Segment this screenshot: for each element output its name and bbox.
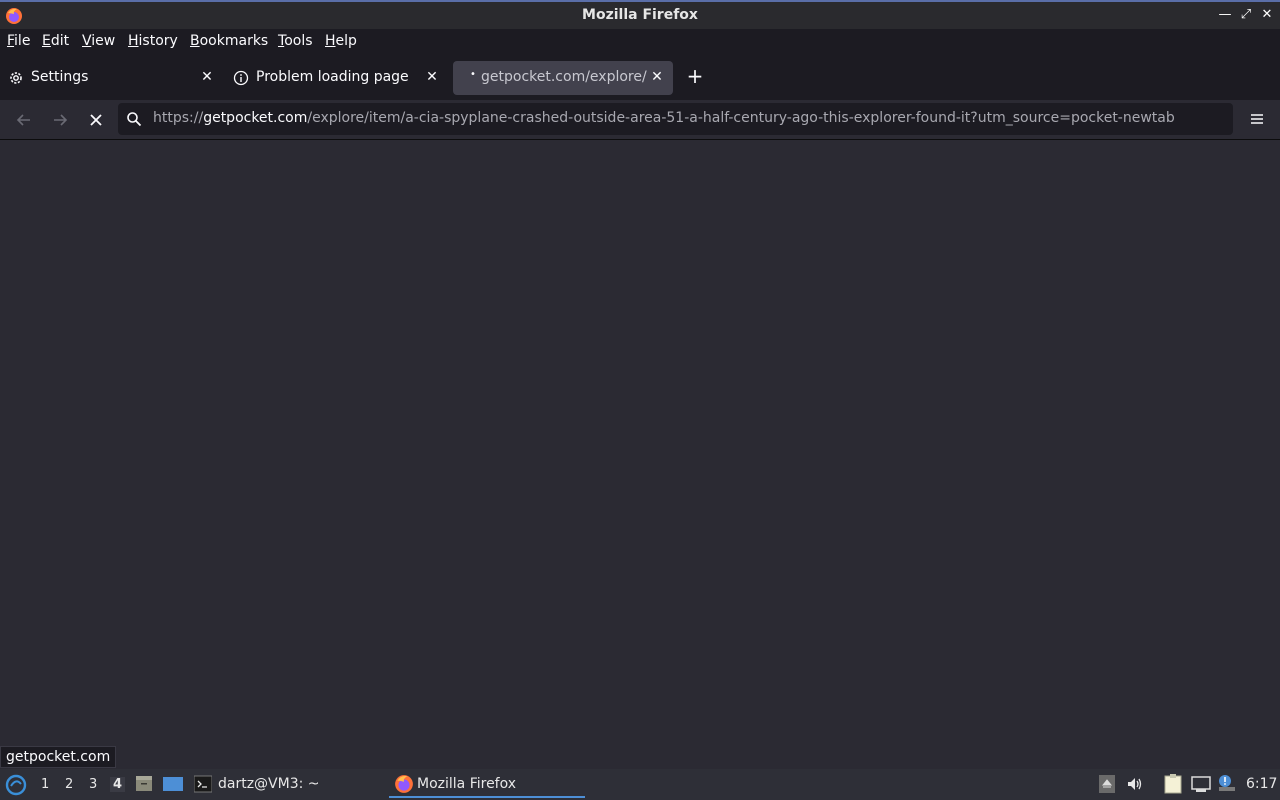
notification-icon[interactable] — [1216, 772, 1238, 794]
close-tab-icon[interactable]: ✕ — [199, 69, 215, 85]
forward-arrow-icon[interactable] — [48, 108, 72, 132]
network-icon[interactable] — [1190, 775, 1212, 793]
close-tab-icon[interactable]: ✕ — [424, 69, 440, 85]
volume-icon[interactable] — [1126, 775, 1144, 793]
tab-problem-loading[interactable]: Problem loading page ✕ — [225, 61, 447, 95]
workspace-4[interactable]: 4 — [110, 777, 126, 792]
system-taskbar: 1 2 3 4 dartz@VM3: ~ Mozilla Firefox 6:1… — [0, 769, 1280, 800]
close-window-icon[interactable]: ✕ — [1258, 6, 1276, 24]
status-tooltip: getpocket.com — [0, 746, 117, 768]
info-icon — [233, 70, 249, 86]
page-content — [0, 141, 1280, 769]
clock: 6:17 — [1246, 776, 1278, 792]
window-titlebar: Mozilla Firefox — ⤢ ✕ — [0, 0, 1280, 29]
workspace-3[interactable]: 3 — [89, 777, 97, 792]
search-icon — [127, 112, 142, 127]
clipboard-icon[interactable] — [1162, 774, 1184, 794]
workspace-1[interactable]: 1 — [41, 777, 49, 792]
close-tab-icon[interactable]: ✕ — [649, 69, 665, 85]
desktop-icon[interactable] — [162, 775, 184, 793]
navigation-toolbar: https://getpocket.com/explore/item/a-cia… — [0, 100, 1280, 140]
active-task-indicator — [389, 796, 585, 798]
workspace-2[interactable]: 2 — [65, 777, 73, 792]
taskbar-firefox-label: Mozilla Firefox — [417, 776, 517, 792]
taskbar-terminal[interactable]: dartz@VM3: ~ — [192, 769, 372, 800]
back-arrow-icon[interactable] — [12, 108, 36, 132]
menu-history[interactable]: History — [128, 33, 178, 49]
stop-loading-icon[interactable] — [84, 108, 108, 132]
start-menu-icon[interactable] — [5, 774, 27, 796]
hamburger-menu-icon[interactable] — [1246, 108, 1268, 130]
minimize-icon[interactable]: — — [1216, 6, 1234, 24]
menu-tools[interactable]: Tools — [278, 33, 313, 49]
window-title: Mozilla Firefox — [582, 7, 698, 23]
menu-view[interactable]: View — [82, 33, 115, 49]
url-bar[interactable]: https://getpocket.com/explore/item/a-cia… — [118, 103, 1233, 135]
terminal-icon — [194, 775, 212, 793]
tab-label: getpocket.com/explore/it — [481, 69, 647, 85]
tab-label: Problem loading page — [256, 69, 409, 85]
tab-label: Settings — [31, 69, 89, 85]
new-tab-button[interactable]: + — [685, 66, 705, 86]
tab-bar: Settings ✕ Problem loading page ✕ • getp… — [0, 54, 1280, 100]
url-text[interactable]: https://getpocket.com/explore/item/a-cia… — [153, 110, 1175, 126]
menu-edit[interactable]: Edit — [42, 33, 69, 49]
firefox-icon — [395, 775, 413, 793]
tab-getpocket[interactable]: • getpocket.com/explore/it ✕ — [453, 61, 673, 95]
menu-bookmarks[interactable]: Bookmarks — [190, 33, 268, 49]
file-manager-icon[interactable] — [135, 775, 153, 793]
menu-help[interactable]: Help — [325, 33, 357, 49]
gear-icon — [10, 72, 22, 84]
restore-icon[interactable]: ⤢ — [1237, 6, 1255, 24]
menu-bar: File Edit View History Bookmarks Tools H… — [0, 29, 1280, 54]
tab-settings[interactable]: Settings ✕ — [0, 61, 222, 95]
eject-icon[interactable] — [1099, 775, 1115, 793]
taskbar-terminal-label: dartz@VM3: ~ — [218, 776, 320, 792]
menu-file[interactable]: File — [7, 33, 30, 49]
